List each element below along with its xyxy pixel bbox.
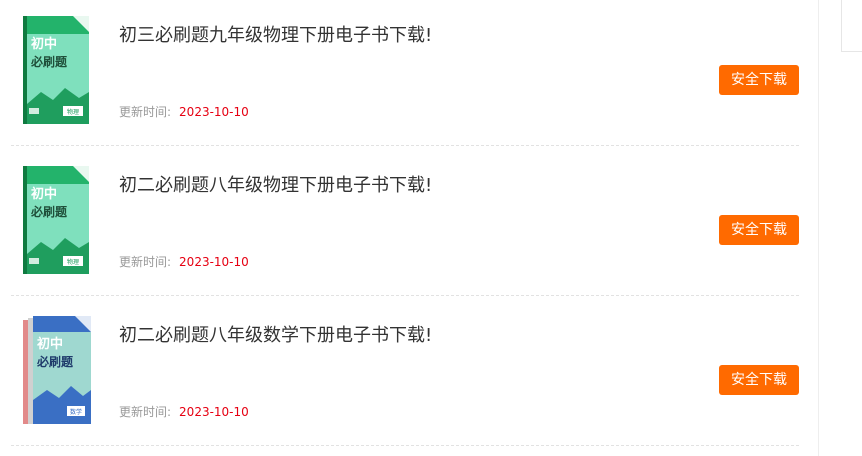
item-meta: 更新时间: 2023-10-10	[119, 253, 249, 270]
book-cover-image[interactable]: 初中 必刷题 物理	[23, 166, 91, 274]
cover-line1: 初中	[31, 186, 57, 202]
cover-line2: 必刷题	[30, 204, 68, 219]
update-time-label: 更新时间:	[119, 405, 172, 419]
book-list: 初中 必刷题 物理 初三必刷题九年级物理下册电子书下载! 更新时间: 2023-1…	[11, 0, 799, 446]
book-cover-image[interactable]: 初中 必刷题 物理	[23, 16, 91, 124]
safe-download-button[interactable]: 安全下载	[719, 365, 799, 395]
cover-line1: 初中	[31, 36, 57, 52]
cover-subject: 数学	[70, 408, 82, 416]
item-title[interactable]: 初二必刷题八年级物理下册电子书下载!	[119, 171, 432, 197]
cover-line2: 必刷题	[36, 354, 74, 369]
cover-line2: 必刷题	[30, 54, 68, 69]
cover-subject: 物理	[67, 258, 79, 266]
divider	[11, 445, 799, 446]
cover-line1: 初中	[37, 336, 63, 352]
list-item: 初中 必刷题 数学 初二必刷题八年级数学下册电子书下载! 更新时间: 2023-1…	[11, 296, 799, 446]
update-time-label: 更新时间:	[119, 255, 172, 269]
update-date: 2023-10-10	[179, 405, 249, 419]
book-cover-image[interactable]: 初中 必刷题 数学	[23, 316, 91, 424]
right-sidebar	[818, 0, 862, 456]
safe-download-button[interactable]: 安全下载	[719, 65, 799, 95]
sidebar-panel	[841, 0, 862, 52]
cover-subject: 物理	[67, 108, 79, 116]
item-meta: 更新时间: 2023-10-10	[119, 403, 249, 420]
item-meta: 更新时间: 2023-10-10	[119, 103, 249, 120]
update-time-label: 更新时间:	[119, 105, 172, 119]
item-title[interactable]: 初二必刷题八年级数学下册电子书下载!	[119, 321, 432, 347]
list-item: 初中 必刷题 物理 初三必刷题九年级物理下册电子书下载! 更新时间: 2023-1…	[11, 0, 799, 146]
list-item: 初中 必刷题 物理 初二必刷题八年级物理下册电子书下载! 更新时间: 2023-1…	[11, 146, 799, 296]
update-date: 2023-10-10	[179, 105, 249, 119]
update-date: 2023-10-10	[179, 255, 249, 269]
safe-download-button[interactable]: 安全下载	[719, 215, 799, 245]
item-title[interactable]: 初三必刷题九年级物理下册电子书下载!	[119, 21, 432, 47]
